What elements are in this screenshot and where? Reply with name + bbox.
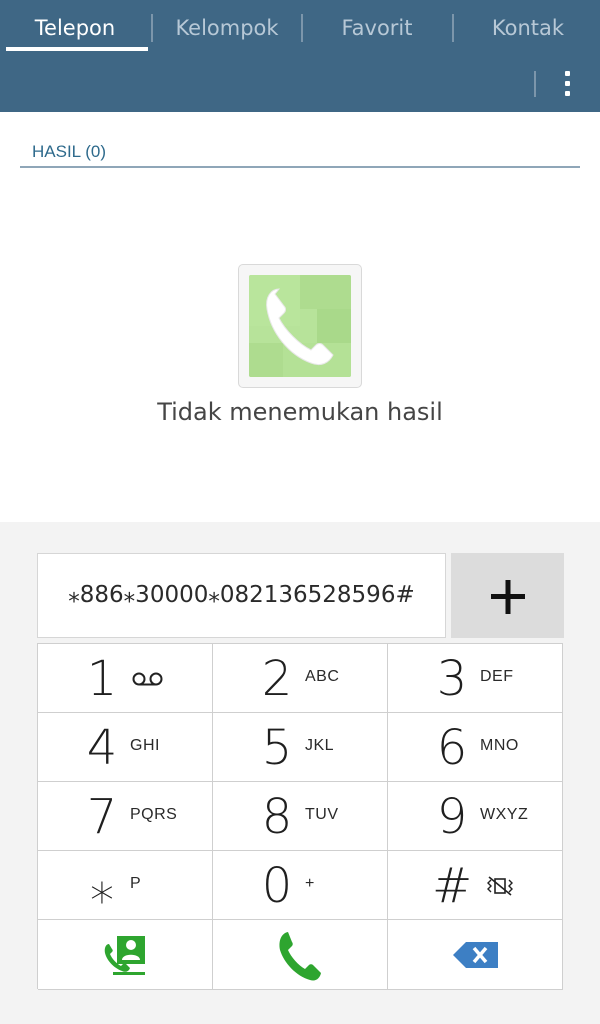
tab-divider [452, 14, 454, 42]
key-6[interactable]: 6 MNO [388, 713, 563, 782]
tab-bar: Telepon Kelompok Favorit Kontak [0, 0, 600, 56]
key-digit: 9 [436, 789, 468, 845]
key-5[interactable]: 5 JKL [213, 713, 388, 782]
key-digit: 8 [261, 789, 293, 845]
key-digit: 0 [261, 858, 293, 914]
key-2[interactable]: 2 ABC [213, 644, 388, 713]
call-icon [279, 932, 321, 981]
key-letters: JKL [305, 737, 335, 754]
key-digit: 1 [86, 651, 118, 707]
plus-icon [491, 580, 525, 614]
no-results-message: Tidak menemukan hasil [157, 398, 443, 426]
tab-kelompok[interactable]: Kelompok [152, 0, 302, 56]
dialed-number-field[interactable]: ⁎886⁎30000⁎082136528596# [37, 553, 446, 638]
key-digit: 2 [261, 651, 293, 707]
action-divider [534, 71, 536, 97]
key-letters: ABC [305, 668, 340, 685]
keypad: 1 2 ABC 3 DEF 4 GHI 5 JKL 6 MNO 7 PQRS 8… [37, 643, 563, 990]
vibrate-mute-icon [487, 876, 513, 896]
key-hash[interactable]: # [388, 851, 563, 920]
call-button[interactable] [213, 920, 388, 990]
results-count-label: HASIL (0) [32, 142, 107, 161]
key-9[interactable]: 9 WXYZ [388, 782, 563, 851]
tab-kontak[interactable]: Kontak [453, 0, 600, 56]
phone-handset-icon [249, 275, 351, 377]
key-digit: 3 [436, 651, 468, 707]
key-3[interactable]: 3 DEF [388, 644, 563, 713]
contacts-button[interactable] [38, 920, 213, 990]
key-letters: P [130, 875, 142, 892]
tab-divider [301, 14, 303, 42]
key-1[interactable]: 1 [38, 644, 213, 713]
add-to-contacts-button[interactable] [451, 553, 564, 638]
key-letters: PQRS [130, 806, 178, 823]
key-7[interactable]: 7 PQRS [38, 782, 213, 851]
tab-divider [151, 14, 153, 42]
key-digit: 5 [261, 720, 293, 776]
backspace-button[interactable] [388, 920, 563, 990]
key-8[interactable]: 8 TUV [213, 782, 388, 851]
key-digit: # [432, 858, 473, 914]
key-digit: ⁎ [90, 858, 114, 914]
key-digit: 6 [436, 720, 468, 776]
key-letters: GHI [130, 737, 160, 754]
key-letters: WXYZ [480, 806, 529, 823]
key-letters: MNO [480, 737, 519, 754]
contacts-icon [104, 936, 145, 975]
results-header: HASIL (0) [20, 138, 580, 168]
key-0[interactable]: 0 + [213, 851, 388, 920]
backspace-icon [453, 942, 498, 968]
empty-state-icon-frame [238, 264, 362, 388]
key-letters: + [305, 875, 315, 892]
key-4[interactable]: 4 GHI [38, 713, 213, 782]
more-options-button[interactable] [552, 64, 584, 104]
key-letters: DEF [480, 668, 514, 685]
top-bar: Telepon Kelompok Favorit Kontak [0, 0, 600, 112]
voicemail-icon [132, 672, 163, 686]
active-tab-indicator [6, 47, 148, 51]
key-digit: 4 [86, 720, 118, 776]
tab-favorit[interactable]: Favorit [302, 0, 452, 56]
key-star[interactable]: ⁎ P [38, 851, 213, 920]
key-digit: 7 [86, 789, 118, 845]
key-letters: TUV [305, 806, 339, 823]
